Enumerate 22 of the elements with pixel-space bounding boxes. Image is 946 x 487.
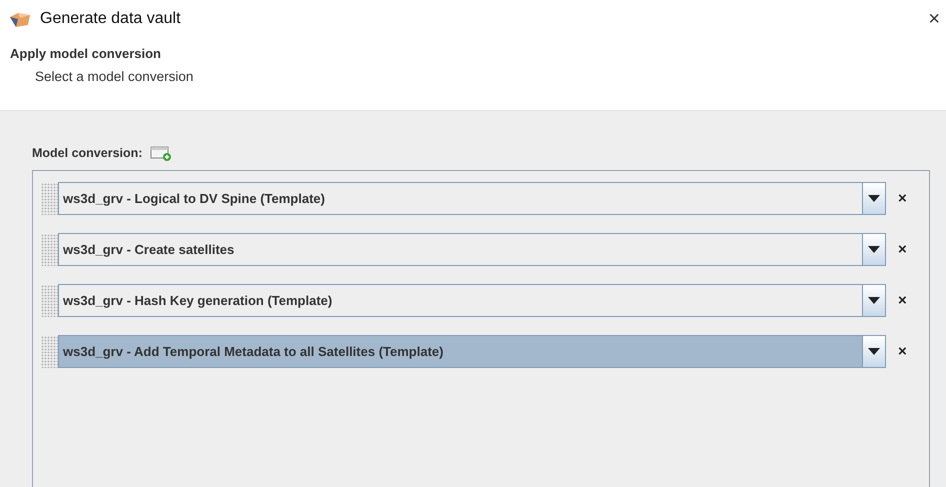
window-title: Generate data vault [40,10,182,28]
caret-icon [868,195,880,202]
page-subtitle: Select a model conversion [35,69,194,84]
add-icon[interactable] [150,145,172,161]
conversion-dropdown[interactable]: ws3d_grv - Create satellites [58,233,886,266]
section-label: Model conversion: [32,146,142,160]
caret-icon [868,348,880,355]
drag-handle[interactable] [41,336,58,368]
conversion-dropdown[interactable]: ws3d_grv - Hash Key generation (Template) [58,284,886,317]
caret-icon [868,246,880,253]
close-button[interactable]: × [922,9,946,29]
drag-handle[interactable] [41,284,58,316]
drag-handle[interactable] [41,182,58,214]
caret-icon [868,297,880,304]
drag-handle[interactable] [41,234,58,266]
remove-button[interactable]: × [898,292,907,309]
remove-button[interactable]: × [898,241,907,258]
remove-button[interactable]: × [898,343,907,360]
conversion-dropdown[interactable]: ws3d_grv - Add Temporal Metadata to all Satellites (Template) [58,335,886,368]
page-title: Apply model conversion [10,46,162,61]
remove-button[interactable]: × [898,190,907,207]
conversion-dropdown[interactable]: ws3d_grv - Logical to DV Spine (Template) [58,182,886,215]
